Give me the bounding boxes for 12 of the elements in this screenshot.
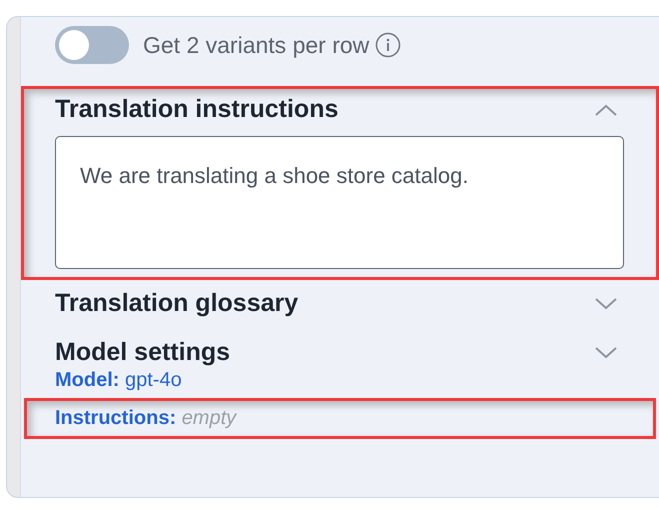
instructions-field[interactable]: We are translating a shoe store catalog.: [55, 136, 624, 269]
setting-line[interactable]: Instructions: empty: [55, 407, 236, 429]
chevron-up-icon[interactable]: [594, 102, 618, 116]
section-title[interactable]: Translation instructions: [55, 95, 338, 124]
setting-line[interactable]: Model: gpt-4o: [55, 369, 182, 391]
toggle-label: Get 2 variants per row: [143, 32, 370, 58]
section-title[interactable]: Model settings: [55, 338, 230, 367]
section-title[interactable]: Translation glossary: [55, 289, 298, 318]
chevron-down-icon[interactable]: [594, 346, 618, 360]
info-icon[interactable]: [375, 32, 402, 58]
chevron-down-icon[interactable]: [594, 296, 618, 310]
toggle-switch[interactable]: [55, 26, 129, 64]
